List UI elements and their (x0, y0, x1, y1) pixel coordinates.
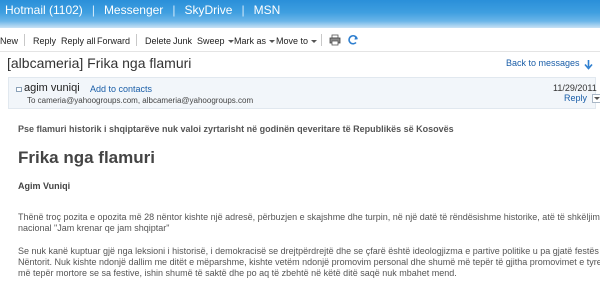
add-to-contacts-link[interactable]: Add to contacts (90, 84, 152, 94)
top-nav-bar: Hotmail (1102) | Messenger | SkyDrive | … (0, 0, 600, 28)
move-to-button[interactable]: Move to (276, 36, 318, 46)
top-nav: Hotmail (1102) | Messenger | SkyDrive | … (5, 3, 280, 17)
nav-hotmail[interactable]: Hotmail (1102) (5, 3, 83, 17)
paragraph-line: më tepër mortore se sa festive, ishin sh… (18, 268, 457, 278)
nav-separator: | (241, 3, 245, 17)
sweep-label: Sweep (197, 36, 225, 46)
delete-button[interactable]: Delete (145, 36, 171, 46)
print-icon[interactable] (329, 33, 341, 51)
nav-separator: | (91, 3, 95, 17)
chevron-down-icon (227, 40, 234, 44)
message-toolbar: New Reply Reply all Forward Delete Junk … (0, 28, 600, 52)
reply-link[interactable]: Reply (564, 93, 587, 103)
nav-msn[interactable]: MSN (254, 3, 281, 17)
back-to-messages-link[interactable]: Back to messages (506, 58, 580, 68)
message-subject: [albcameria] Frika nga flamuri (7, 55, 192, 71)
toolbar-divider (136, 34, 137, 46)
chevron-down-icon (269, 40, 276, 44)
message-date: 11/29/2011 (553, 83, 597, 93)
reply-dropdown[interactable] (592, 94, 600, 103)
message-header: agim vuniqi Add to contacts To cameria@y… (8, 77, 600, 109)
paragraph-line: Thënë troç pozita e opozita më 28 nëntor… (18, 212, 600, 222)
paragraph-line: nacional "Jam krenar qe jam shqiptar" (18, 223, 170, 233)
new-button[interactable]: New (0, 36, 18, 46)
recipients-line: To cameria@yahoogroups.com, albcameria@y… (27, 96, 254, 105)
nav-messenger[interactable]: Messenger (104, 3, 163, 17)
refresh-icon[interactable] (347, 33, 359, 51)
reply-button[interactable]: Reply (33, 36, 56, 46)
arrow-down-icon[interactable] (583, 57, 594, 70)
junk-button[interactable]: Junk (173, 36, 192, 46)
mark-as-button[interactable]: Mark as (234, 36, 276, 46)
paragraph-line: Se nuk kanë kuptuar gjë nga leksioni i h… (18, 246, 600, 256)
paragraph-line: Nëntorit. Nuk kishte ndonjë dallim me di… (18, 257, 600, 267)
forward-button[interactable]: Forward (97, 36, 130, 46)
toolbar-divider (321, 34, 322, 46)
article-author: Agim Vuniqi (18, 181, 71, 191)
chevron-down-icon (311, 40, 318, 44)
subject-bar: [albcameria] Frika nga flamuri Back to m… (0, 52, 600, 74)
sweep-button[interactable]: Sweep (197, 36, 234, 46)
article-headline: Frika nga flamuri (18, 148, 155, 167)
mark-as-label: Mark as (234, 36, 267, 46)
nav-skydrive[interactable]: SkyDrive (184, 3, 232, 17)
reply-all-button[interactable]: Reply all (61, 36, 96, 46)
chevron-down-icon (594, 97, 600, 100)
move-to-label: Move to (276, 36, 309, 46)
toolbar-divider (24, 34, 25, 46)
collapse-toggle[interactable] (16, 87, 22, 92)
sender-name[interactable]: agim vuniqi (24, 82, 80, 94)
nav-separator: | (172, 3, 176, 17)
article-lead: Pse flamuri historik i shqiptarëve nuk v… (18, 124, 454, 134)
message-body: Pse flamuri historik i shqiptarëve nuk v… (0, 118, 600, 283)
